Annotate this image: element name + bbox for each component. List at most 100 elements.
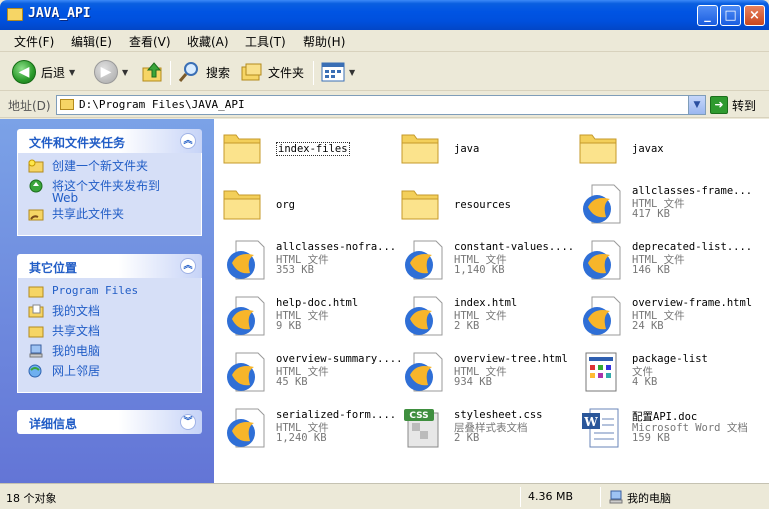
file-item[interactable]: overview-frame.html HTML 文件 24 KB (574, 291, 754, 341)
file-item[interactable]: package-list 文件 4 KB (574, 347, 754, 397)
word-badge: W (583, 415, 598, 429)
window-title: JAVA_API (28, 6, 91, 21)
file-item[interactable]: index-files (218, 123, 398, 173)
explorer-window: JAVA_API _ □ × 文件(F) 编辑(E) 查看(V) 收藏(A) 工… (0, 0, 769, 509)
task-publish-web[interactable]: 将这个文件夹发布到 Web (28, 179, 201, 207)
chevron-down-icon[interactable]: ▼ (349, 68, 355, 77)
address-input[interactable]: D:\Program Files\JAVA_API ▼ (56, 95, 706, 115)
chevron-down-icon[interactable]: ▼ (122, 68, 128, 77)
forward-arrow-icon: ▶ (94, 60, 118, 84)
file-item[interactable]: overview-summary.... HTML 文件 45 KB (218, 347, 402, 397)
file-item[interactable]: javax (574, 123, 754, 173)
folder-icon (223, 190, 261, 220)
place-shared-documents[interactable]: 共享文档 (28, 324, 201, 344)
file-size: 353 KB (276, 264, 314, 276)
place-my-computer[interactable]: 我的电脑 (28, 344, 201, 364)
expand-icon[interactable]: ︾ (180, 414, 196, 430)
collapse-icon[interactable]: ︽ (180, 133, 196, 149)
file-size: 45 KB (276, 376, 308, 388)
folder-icon (60, 99, 74, 110)
menu-edit[interactable]: 编辑(E) (71, 33, 112, 50)
file-item[interactable]: help-doc.html HTML 文件 9 KB (218, 291, 398, 341)
html-file-icon (405, 240, 443, 280)
file-item[interactable]: resources (396, 179, 576, 229)
my-computer-icon (609, 490, 623, 504)
views-button[interactable]: ▼ (321, 59, 355, 85)
folders-button[interactable]: 文件夹 (241, 59, 304, 85)
css-file-icon: CSS (404, 409, 439, 448)
status-bar: 18 个对象 4.36 MB 我的电脑 (0, 483, 769, 509)
minimize-icon: _ (704, 8, 711, 23)
minimize-button[interactable]: _ (697, 5, 718, 26)
file-list: index-files java javax org resources all… (214, 119, 769, 483)
menu-help[interactable]: 帮助(H) (303, 33, 345, 50)
menu-view[interactable]: 查看(V) (129, 33, 171, 50)
shared-documents-icon (28, 326, 44, 338)
chevron-down-icon[interactable]: ▼ (69, 68, 75, 77)
task-share-folder-label: 共享此文件夹 (52, 207, 125, 221)
task-share-folder[interactable]: 共享此文件夹 (28, 207, 201, 227)
title-bar[interactable]: JAVA_API _ □ × (0, 0, 769, 30)
file-item[interactable]: CSS stylesheet.css 层叠样式表文档 2 KB (396, 403, 576, 453)
file-item[interactable]: allclasses-nofra... HTML 文件 353 KB (218, 235, 398, 285)
search-button[interactable]: 搜索 (177, 59, 230, 85)
file-size: 2 KB (454, 320, 480, 332)
word-doc-icon: W (582, 408, 619, 448)
file-name: org (276, 199, 295, 211)
file-item[interactable]: serialized-form.... HTML 文件 1,240 KB (218, 403, 398, 453)
up-folder-icon (142, 62, 162, 82)
other-places-panel: 其它位置 ︽ Program Files 我的文档 共享文档 我的电脑 网上邻居 (17, 254, 202, 393)
go-button[interactable]: ➜ 转到 (710, 96, 756, 114)
html-file-icon (583, 184, 621, 224)
generic-file-icon (585, 352, 617, 392)
file-item[interactable]: java (396, 123, 576, 173)
status-separator (520, 487, 521, 507)
place-shared-documents-label: 共享文档 (52, 324, 101, 338)
file-name: index-files (276, 142, 350, 156)
file-item[interactable]: deprecated-list.... HTML 文件 146 KB (574, 235, 754, 285)
tasks-panel-header[interactable]: 文件和文件夹任务 ︽ (17, 129, 202, 153)
menu-favorites[interactable]: 收藏(A) (187, 33, 229, 50)
collapse-icon[interactable]: ︽ (180, 258, 196, 274)
css-badge: CSS (409, 411, 428, 421)
forward-button[interactable]: ▶ ▼ (94, 59, 128, 85)
html-file-icon (227, 240, 265, 280)
tasks-panel-title: 文件和文件夹任务 (29, 136, 126, 150)
file-item[interactable]: constant-values.... HTML 文件 1,140 KB (396, 235, 576, 285)
file-item[interactable]: W 配置API.doc Microsoft Word 文档 159 KB (574, 403, 754, 453)
file-item[interactable]: allclasses-frame... HTML 文件 417 KB (574, 179, 754, 229)
file-size: 934 KB (454, 376, 492, 388)
file-item[interactable]: org (218, 179, 398, 229)
place-network[interactable]: 网上邻居 (28, 364, 201, 384)
file-item[interactable]: overview-tree.html HTML 文件 934 KB (396, 347, 576, 397)
file-size: 417 KB (632, 208, 670, 220)
place-program-files-label: Program Files (52, 284, 139, 297)
place-my-documents[interactable]: 我的文档 (28, 304, 201, 324)
other-places-body: Program Files 我的文档 共享文档 我的电脑 网上邻居 (17, 278, 202, 393)
other-places-header[interactable]: 其它位置 ︽ (17, 254, 202, 278)
status-total-size: 4.36 MB (528, 490, 574, 503)
close-button[interactable]: × (744, 5, 765, 26)
place-my-documents-label: 我的文档 (52, 304, 101, 318)
task-pane: 文件和文件夹任务 ︽ 创建一个新文件夹 将这个文件夹发布到 Web 共享此文件夹 (0, 119, 214, 483)
file-size: 2 KB (454, 432, 480, 444)
maximize-button[interactable]: □ (720, 5, 741, 26)
details-panel-header[interactable]: 详细信息 ︾ (17, 410, 202, 434)
file-item[interactable]: index.html HTML 文件 2 KB (396, 291, 576, 341)
status-separator (600, 487, 601, 507)
details-panel: 详细信息 ︾ (17, 410, 202, 434)
file-size: 24 KB (632, 320, 664, 332)
back-button[interactable]: ◀ 后退 ▼ (12, 59, 75, 85)
task-new-folder[interactable]: 创建一个新文件夹 (28, 159, 201, 179)
up-folder-button[interactable] (141, 59, 165, 85)
address-dropdown-button[interactable]: ▼ (688, 96, 705, 114)
status-location: 我的电脑 (627, 492, 671, 505)
menu-tools[interactable]: 工具(T) (245, 33, 286, 50)
menu-bar: 文件(F) 编辑(E) 查看(V) 收藏(A) 工具(T) 帮助(H) (0, 30, 769, 77)
place-program-files[interactable]: Program Files (28, 284, 201, 304)
place-my-computer-label: 我的电脑 (52, 344, 101, 358)
search-icon (178, 62, 198, 82)
menu-file[interactable]: 文件(F) (14, 33, 54, 50)
file-size: 4 KB (632, 376, 658, 388)
details-panel-title: 详细信息 (29, 417, 78, 431)
